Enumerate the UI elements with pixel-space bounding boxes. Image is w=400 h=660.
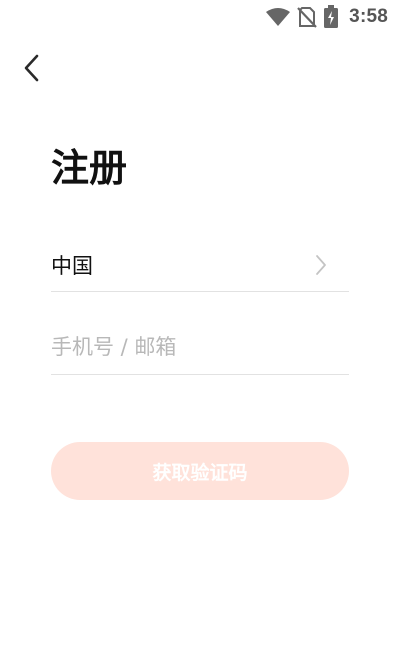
no-sim-icon	[297, 6, 317, 28]
account-field	[51, 320, 349, 375]
status-time: 3:58	[349, 6, 388, 27]
chevron-left-icon	[24, 54, 39, 82]
battery-charging-icon	[323, 5, 339, 29]
page-title: 注册	[51, 146, 128, 190]
status-bar: 3:58	[0, 0, 400, 36]
phone-email-input[interactable]	[51, 320, 349, 374]
wifi-icon	[265, 7, 291, 27]
country-selector[interactable]: 中国	[51, 238, 349, 292]
chevron-right-icon	[315, 254, 327, 276]
back-button[interactable]	[14, 50, 50, 86]
country-label: 中国	[51, 253, 93, 278]
get-verification-code-button[interactable]: 获取验证码	[51, 442, 349, 500]
status-icons: 3:58	[265, 5, 388, 29]
